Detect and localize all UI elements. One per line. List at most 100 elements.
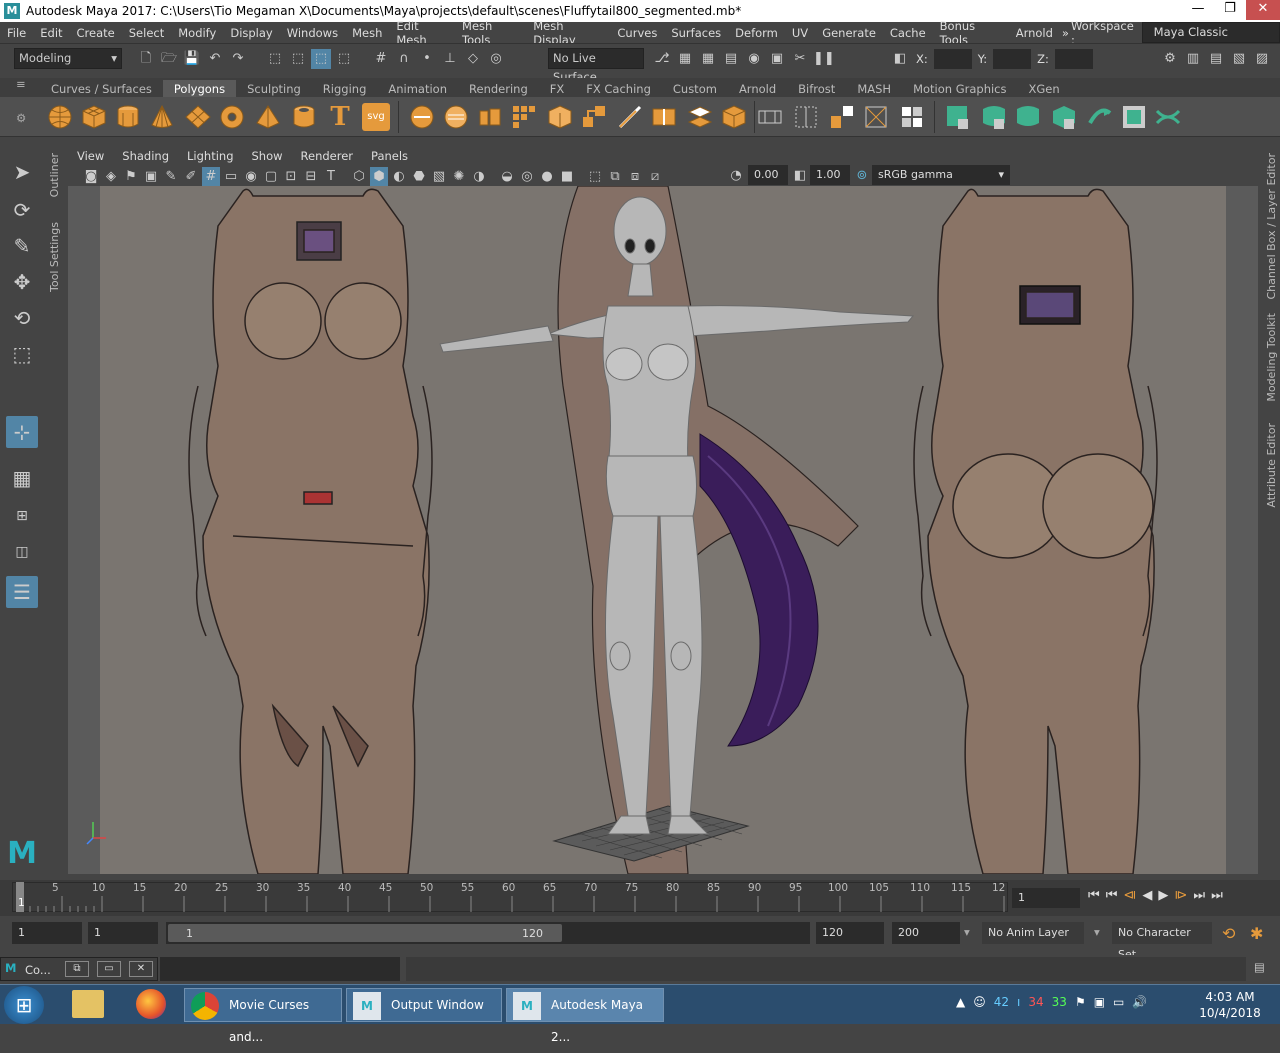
motion-blur-icon[interactable]: ◎: [518, 167, 536, 187]
shelf-tab-sculpting[interactable]: Sculpting: [236, 80, 312, 98]
menu-surfaces[interactable]: Surfaces: [664, 26, 728, 40]
smooth-icon[interactable]: [476, 103, 504, 131]
unfold-uv-icon[interactable]: [756, 103, 784, 131]
camera-attr-icon[interactable]: ◈: [102, 167, 120, 187]
new-scene-icon[interactable]: 🗋: [136, 49, 156, 69]
x-field[interactable]: [933, 49, 972, 69]
animation-preferences-icon[interactable]: ✱: [1250, 924, 1263, 943]
panel-menu-view[interactable]: View: [68, 149, 113, 163]
menu-create[interactable]: Create: [70, 26, 122, 40]
menu-deform[interactable]: Deform: [728, 26, 785, 40]
menu-display[interactable]: Display: [223, 26, 279, 40]
menu-modify[interactable]: Modify: [171, 26, 223, 40]
select-shell-icon[interactable]: [1014, 103, 1042, 131]
film-gate-icon[interactable]: ▭: [222, 167, 240, 187]
chevron-down-icon[interactable]: ▾: [964, 925, 970, 939]
lights-icon[interactable]: ✺: [450, 167, 468, 187]
poly-torus-icon[interactable]: [218, 103, 246, 131]
z-field[interactable]: [1054, 49, 1093, 69]
field-chart-icon[interactable]: ⊡: [282, 167, 300, 187]
snap-surface-icon[interactable]: ◇: [463, 49, 483, 69]
planar-map-icon[interactable]: [792, 103, 820, 131]
safe-title-icon[interactable]: T: [322, 167, 340, 187]
select-tool-icon[interactable]: ➤: [6, 156, 38, 188]
shelf-tab-rigging[interactable]: Rigging: [312, 80, 378, 98]
wireframe-icon[interactable]: ⬡: [350, 167, 368, 187]
gamma-field[interactable]: 1.00: [810, 165, 850, 185]
poly-plane-icon[interactable]: [184, 103, 212, 131]
isolate-select-icon[interactable]: ⬚: [586, 167, 604, 187]
combine-icon[interactable]: [408, 103, 436, 131]
single-perspective-layout-icon[interactable]: ▦: [6, 462, 38, 494]
redo-icon[interactable]: ↷: [228, 49, 248, 69]
pause-icon[interactable]: ❚❚: [813, 49, 835, 69]
time-slider[interactable]: 5 10 15 20 25 30 35 40 45 50 55 60 65 70…: [0, 880, 1280, 916]
bookmark-icon[interactable]: ⚑: [122, 167, 140, 187]
pick-mask-icon[interactable]: ⬚: [334, 49, 354, 69]
menu-arnold[interactable]: Arnold: [1009, 26, 1060, 40]
insert-edge-loop-icon[interactable]: [650, 103, 678, 131]
go-to-end-icon[interactable]: ⏭: [1211, 888, 1223, 903]
two-d-pan-icon[interactable]: ✎: [162, 167, 180, 187]
soft-select-icon[interactable]: [1086, 103, 1114, 131]
select-by-type-icon[interactable]: [1120, 103, 1148, 131]
modeling-toolkit-icon[interactable]: ▥: [1183, 49, 1203, 69]
live-surface-field[interactable]: No Live Surface: [548, 48, 644, 84]
history-icon[interactable]: ⎇: [652, 49, 672, 69]
shelf-tab-rendering[interactable]: Rendering: [458, 80, 539, 98]
step-forward-frame-icon[interactable]: ⧐: [1174, 888, 1187, 903]
modeling-toolkit-side-tab[interactable]: Modeling Toolkit: [1265, 313, 1278, 402]
poly-pipe-icon[interactable]: [290, 103, 318, 131]
render-setup-icon[interactable]: ✂: [790, 49, 810, 69]
channel-box-icon[interactable]: ▨: [1252, 49, 1272, 69]
make-live-icon[interactable]: ◎: [486, 49, 506, 69]
script-editor-icon[interactable]: ▤: [1254, 960, 1265, 974]
default-material-icon[interactable]: ◐: [390, 167, 408, 187]
anim-end-field[interactable]: 200: [892, 922, 960, 944]
poly-sphere-icon[interactable]: [46, 103, 74, 131]
panel-menu-shading[interactable]: Shading: [113, 149, 178, 163]
image-plane-icon[interactable]: ▣: [142, 167, 160, 187]
shelf-tab-bifrost[interactable]: Bifrost: [787, 80, 846, 98]
sign-in-icon[interactable]: ⚙: [1160, 49, 1180, 69]
select-component-icon[interactable]: ⬚: [311, 49, 331, 69]
minimize-button[interactable]: —: [1182, 0, 1214, 20]
poly-svg-icon[interactable]: svg: [362, 103, 390, 131]
multi-cut-icon[interactable]: [616, 103, 644, 131]
render-frame-icon[interactable]: ▦: [675, 49, 695, 69]
camera-icon[interactable]: ◙: [82, 167, 100, 187]
menu-uv[interactable]: UV: [785, 26, 815, 40]
menu-curves[interactable]: Curves: [610, 26, 664, 40]
menuset-dropdown[interactable]: Modeling ▾: [14, 48, 122, 69]
lasso-tool-icon[interactable]: ⟳: [6, 194, 38, 226]
shadows-icon[interactable]: ◑: [470, 167, 488, 187]
menu-generate[interactable]: Generate: [815, 26, 883, 40]
color-management-icon[interactable]: ⊚: [852, 166, 872, 186]
y-field[interactable]: [993, 49, 1032, 69]
depth-of-field-icon[interactable]: ■: [558, 167, 576, 187]
smooth-shade-icon[interactable]: ⬢: [370, 167, 388, 187]
bridge-icon[interactable]: [580, 103, 608, 131]
range-end-field[interactable]: 120: [816, 922, 884, 944]
safe-action-icon[interactable]: ⊟: [302, 167, 320, 187]
poly-cylinder-icon[interactable]: [114, 103, 142, 131]
open-scene-icon[interactable]: 🗁: [159, 49, 179, 69]
go-to-start-icon[interactable]: ⏮: [1088, 888, 1100, 903]
auto-key-icon[interactable]: ⟲: [1222, 924, 1235, 943]
firefox-icon[interactable]: [136, 989, 166, 1019]
chevron-down-icon[interactable]: ▾: [1094, 925, 1100, 939]
poly-cube-icon[interactable]: [80, 103, 108, 131]
taskbar-item-chrome[interactable]: Movie Curses and...: [184, 988, 342, 1044]
shelf-tab-polygons[interactable]: Polygons: [162, 80, 237, 98]
file-explorer-icon[interactable]: [72, 990, 104, 1018]
attribute-editor-icon[interactable]: ▤: [1206, 49, 1226, 69]
step-forward-key-icon[interactable]: ⏭: [1193, 888, 1205, 903]
wireframe-on-shaded-icon[interactable]: ⬣: [410, 167, 428, 187]
menu-mesh[interactable]: Mesh: [345, 26, 389, 40]
network-icon[interactable]: ▣: [1094, 995, 1105, 1009]
volume-icon[interactable]: 🔊: [1132, 995, 1147, 1009]
textured-icon[interactable]: ▧: [430, 167, 448, 187]
close-icon[interactable]: ✕: [129, 961, 153, 977]
menu-file[interactable]: File: [0, 26, 33, 40]
paint-select-tool-icon[interactable]: ✎: [6, 230, 38, 262]
